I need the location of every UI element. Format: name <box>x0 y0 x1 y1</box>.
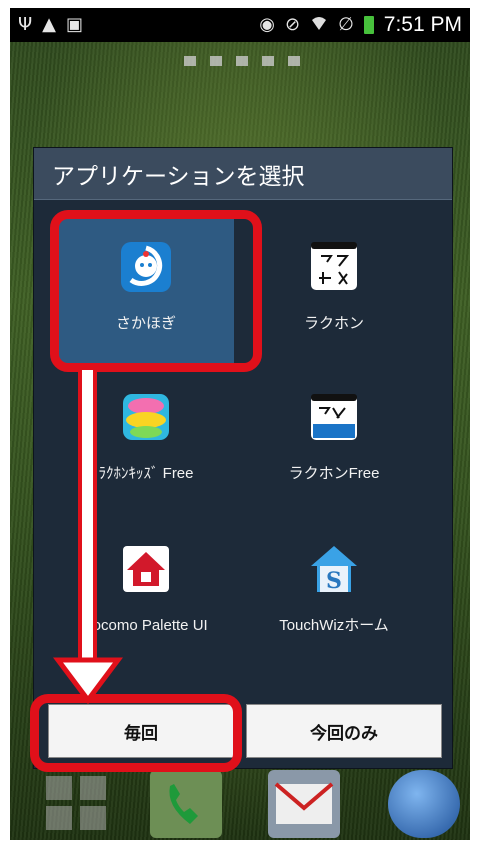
arrow-icon <box>53 366 123 705</box>
